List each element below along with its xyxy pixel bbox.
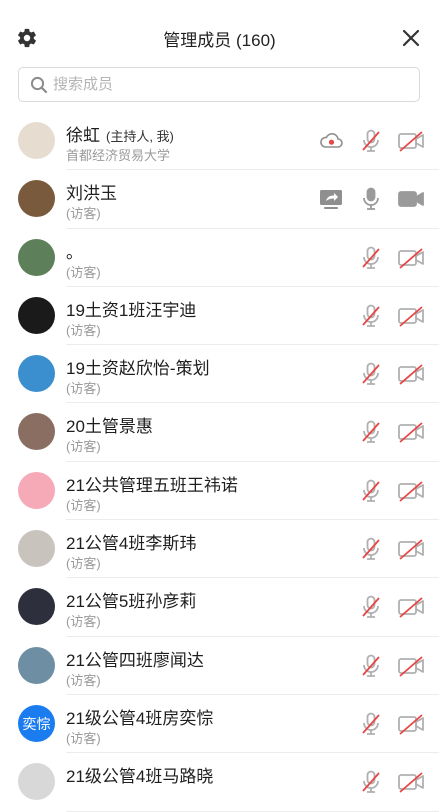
mic-muted-icon[interactable]	[358, 654, 384, 678]
camera-off-icon[interactable]	[397, 537, 425, 561]
member-name: 徐虹 (主持人, 我)	[66, 121, 174, 146]
avatar	[18, 471, 55, 509]
camera-off-icon[interactable]	[397, 479, 425, 503]
member-list: 徐虹 (主持人, 我) 首都经济贸易大学刘洪玉 (访客) 。 (访客) 19土资1班汪宇迪 (…	[0, 112, 439, 812]
avatar: 奕悰	[18, 704, 55, 742]
member-subtitle: (访客)	[66, 614, 101, 630]
avatar	[18, 763, 55, 801]
member-row[interactable]: 徐虹 (主持人, 我) 首都经济贸易大学	[0, 112, 439, 171]
member-row[interactable]: 21级公管4班马路晓	[0, 753, 439, 812]
avatar	[18, 122, 55, 159]
member-name-text: 徐虹	[66, 126, 100, 145]
search-icon	[30, 76, 48, 94]
member-name-text: 21公共管理五班王祎诺	[66, 475, 238, 495]
member-subtitle: (访客)	[66, 672, 101, 688]
mic-muted-icon[interactable]	[358, 479, 384, 503]
member-name-text: 21公管四班廖闻达	[66, 650, 204, 670]
member-subtitle: 首都经济贸易大学	[66, 148, 171, 163]
member-name-text: 21公管5班孙彦莉	[66, 592, 197, 612]
member-name-text: 刘洪玉	[66, 184, 117, 204]
mic-muted-icon[interactable]	[358, 129, 384, 153]
member-name-text: 21公管4班李斯玮	[66, 534, 197, 554]
mic-muted-icon[interactable]	[358, 712, 384, 736]
camera-off-icon[interactable]	[397, 129, 425, 153]
member-name-text: 。	[66, 242, 83, 262]
member-row[interactable]: 21公共管理五班王祎诺 (访客)	[0, 462, 439, 521]
member-row[interactable]: 21公管4班李斯玮 (访客)	[0, 520, 439, 579]
avatar	[18, 238, 55, 276]
member-name-text: 19土资赵欣怡-策划	[66, 359, 210, 379]
member-name: 21公管四班廖闻达	[66, 646, 204, 671]
member-name: 刘洪玉	[66, 179, 117, 204]
member-name-text: 19土资1班汪宇迪	[66, 300, 197, 320]
member-name: 21级公管4班马路晓	[66, 762, 213, 787]
member-row[interactable]: 奕悰 21级公管4班房奕悰 (访客)	[0, 695, 439, 754]
member-name: 19土资1班汪宇迪	[66, 296, 196, 321]
mic-muted-icon[interactable]	[358, 246, 384, 270]
member-name: 21级公管4班房奕悰	[66, 704, 213, 729]
camera-off-icon[interactable]	[397, 246, 425, 270]
member-row[interactable]: 21公管5班孙彦莉 (访客)	[0, 578, 439, 637]
mic-muted-icon[interactable]	[358, 595, 384, 619]
avatar-text: 奕悰	[22, 715, 51, 732]
member-subtitle: (访客)	[66, 264, 101, 280]
member-subtitle: (访客)	[66, 497, 101, 513]
member-row[interactable]: 刘洪玉 (访客)	[0, 170, 439, 229]
page-title: 管理成员 (160)	[163, 31, 276, 50]
mic-muted-icon[interactable]	[358, 420, 384, 444]
cloud-icon[interactable]	[318, 129, 344, 153]
camera-off-icon[interactable]	[397, 770, 425, 794]
member-name-text: 21级公管4班房奕悰	[66, 708, 214, 728]
avatar	[18, 588, 55, 626]
camera-icon[interactable]	[397, 187, 425, 211]
member-row[interactable]: 21公管四班廖闻达 (访客)	[0, 637, 439, 696]
camera-off-icon[interactable]	[397, 304, 425, 328]
camera-off-icon[interactable]	[397, 362, 425, 386]
search-input[interactable]	[53, 68, 403, 101]
member-row[interactable]: 19土资赵欣怡-策划 (访客)	[0, 345, 439, 404]
mic-muted-icon[interactable]	[358, 362, 384, 386]
member-row[interactable]: 19土资1班汪宇迪 (访客)	[0, 287, 439, 346]
member-name-text: 21级公管4班马路晓	[66, 767, 214, 787]
avatar	[18, 646, 55, 684]
close-icon[interactable]	[401, 28, 421, 48]
avatar	[18, 530, 55, 568]
member-name: 21公管4班李斯玮	[66, 529, 196, 554]
camera-off-icon[interactable]	[397, 654, 425, 678]
camera-off-icon[interactable]	[397, 595, 425, 619]
member-row[interactable]: 20土管景惠 (访客)	[0, 403, 439, 463]
camera-off-icon[interactable]	[397, 712, 425, 736]
camera-off-icon[interactable]	[397, 420, 425, 444]
header: 管理成员 (160)	[0, 0, 439, 76]
mic-icon[interactable]	[358, 187, 384, 211]
member-subtitle: (访客)	[66, 206, 101, 222]
search-bar[interactable]	[18, 67, 420, 102]
member-subtitle: (访客)	[66, 322, 101, 338]
screen-share-icon[interactable]	[318, 187, 344, 211]
avatar	[18, 355, 55, 393]
member-name: 。	[66, 238, 83, 263]
mic-muted-icon[interactable]	[358, 770, 384, 794]
member-row[interactable]: 。 (访客)	[0, 229, 439, 288]
member-name: 21公共管理五班王祎诺	[66, 471, 238, 496]
member-name: 21公管5班孙彦莉	[66, 587, 196, 612]
member-subtitle: (访客)	[66, 556, 101, 572]
member-name-text: 20土管景惠	[66, 417, 153, 437]
avatar	[18, 180, 55, 218]
member-role: (主持人, 我)	[106, 129, 174, 144]
avatar	[18, 296, 55, 334]
mic-muted-icon[interactable]	[358, 304, 384, 328]
mic-muted-icon[interactable]	[358, 537, 384, 561]
avatar	[18, 413, 55, 451]
member-subtitle: (访客)	[66, 381, 101, 397]
member-subtitle: (访客)	[66, 730, 101, 746]
member-subtitle: (访客)	[66, 439, 101, 455]
member-name: 20土管景惠	[66, 412, 153, 437]
member-name: 19土资赵欣怡-策划	[66, 354, 210, 379]
